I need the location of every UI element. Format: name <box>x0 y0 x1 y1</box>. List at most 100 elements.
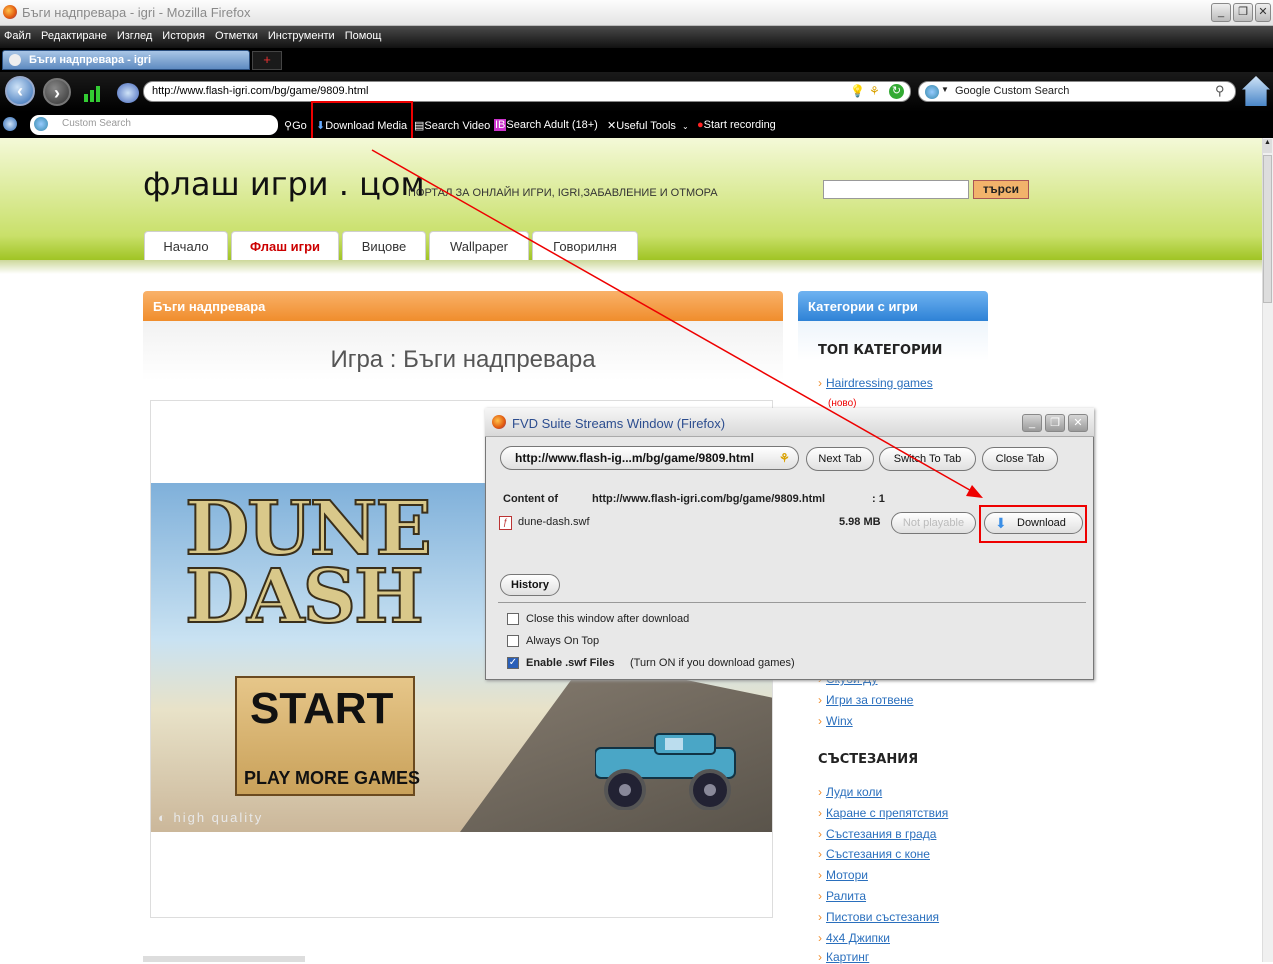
tab-wallpaper[interactable]: Wallpaper <box>429 231 529 260</box>
annotation-highlight-download <box>979 505 1087 543</box>
back-button[interactable]: ‹ <box>5 76 35 106</box>
fvd-divider <box>498 602 1086 603</box>
search-video-button[interactable]: ▤Search Video <box>414 119 490 132</box>
category-link[interactable]: Игри за готвене <box>818 693 913 707</box>
chevron-down-icon: ⌄ <box>681 122 689 131</box>
tab-active[interactable]: Бъги надпревара - igri <box>2 50 250 70</box>
tab-flash-games[interactable]: Флаш игри <box>231 231 339 260</box>
category-link[interactable]: Мотори <box>818 868 868 882</box>
useful-tools-label: Useful Tools <box>616 120 676 132</box>
flash-file-icon: ƒ <box>499 516 512 530</box>
fvd-content-count: : 1 <box>872 493 885 505</box>
web-search-placeholder: Google Custom Search <box>955 85 1070 97</box>
adult-icon: IB <box>494 119 507 131</box>
film-icon: ▤ <box>414 120 425 132</box>
fvd-enable-swf-hint: (Turn ON if you download games) <box>630 657 795 669</box>
new-tab-button[interactable]: + <box>252 51 282 70</box>
category-link[interactable]: Ралита <box>818 889 866 903</box>
reload-icon[interactable]: ↻ <box>889 84 904 99</box>
scroll-up-icon[interactable]: ▲ <box>1263 139 1272 153</box>
close-button[interactable]: ✕ <box>1255 3 1271 22</box>
signal-icon <box>84 84 106 102</box>
category-link[interactable]: Луди коли <box>818 785 882 799</box>
minimize-button[interactable]: _ <box>1211 3 1231 22</box>
fvd-enable-swf-checkbox[interactable]: ✓ <box>507 657 519 669</box>
category-link[interactable]: Състезания с коне <box>818 847 930 861</box>
start-recording-button[interactable]: ●Start recording <box>697 119 776 131</box>
url-bar[interactable]: http://www.flash-igri.com/bg/game/9809.h… <box>143 81 911 102</box>
fvd-close-after-download-label: Close this window after download <box>526 613 690 625</box>
fvd-next-tab-button[interactable]: Next Tab <box>806 447 874 471</box>
site-logo[interactable]: флаш игри . цом <box>143 165 425 203</box>
url-text: http://www.flash-igri.com/bg/game/9809.h… <box>152 85 369 97</box>
header-strip <box>0 260 1262 274</box>
fvd-switch-tab-button[interactable]: Switch To Tab <box>879 447 976 471</box>
menu-help[interactable]: Помощ <box>341 26 382 42</box>
fvd-close-after-download-checkbox[interactable] <box>507 613 519 625</box>
fvd-enable-swf-label: Enable .swf Files <box>526 657 615 669</box>
menu-edit[interactable]: Редактиране <box>37 26 107 42</box>
tab-bar: Бъги надпревара - igri + <box>0 48 1273 72</box>
go-button[interactable]: ⚲Go <box>284 119 307 132</box>
menu-history[interactable]: История <box>158 26 205 42</box>
fvd-file-size: 5.98 MB <box>839 516 881 528</box>
tab-jokes[interactable]: Вицове <box>342 231 426 260</box>
fvd-maximize-button[interactable]: ❐ <box>1045 414 1065 432</box>
category-link[interactable]: 4x4 Джипки <box>818 931 890 945</box>
tools-icon: ✕ <box>607 120 617 132</box>
menu-tools[interactable]: Инструменти <box>264 26 335 42</box>
forward-button[interactable]: › <box>43 78 71 106</box>
fvd-tab-select[interactable]: http://www.flash-ig...m/bg/game/9809.htm… <box>500 446 799 470</box>
download-helper-icon: ⚘ <box>779 451 790 465</box>
scrollbar-thumb[interactable] <box>1263 155 1272 303</box>
search-icon[interactable]: ⚲ <box>1215 83 1225 99</box>
tab-favicon-icon <box>9 54 21 66</box>
fvd-tab-select-value: http://www.flash-ig...m/bg/game/9809.htm… <box>515 451 754 465</box>
toolbar-logo-icon[interactable] <box>3 117 17 131</box>
site-search-button[interactable]: търси <box>973 180 1029 199</box>
useful-tools-button[interactable]: ✕Useful Tools ⌄ <box>607 119 689 132</box>
search-adult-button[interactable]: IBSearch Adult (18+) <box>494 119 598 131</box>
category-link[interactable]: Пистови състезания <box>818 910 939 924</box>
window-titlebar: Бъги надпревара - igri - Mozilla Firefox… <box>0 0 1273 26</box>
fvd-history-button[interactable]: History <box>500 574 560 596</box>
game-play-more-button[interactable]: PLAY MORE GAMES <box>244 768 420 789</box>
google-custom-search-input[interactable]: Custom Search <box>30 115 278 135</box>
game-logo-art: DUNE DASH <box>184 486 433 635</box>
game-quality-toggle[interactable]: ◐ high quality <box>158 810 263 825</box>
quality-label: high quality <box>173 810 264 825</box>
maximize-button[interactable]: ❐ <box>1233 3 1253 22</box>
fvd-content-of-label: Content of <box>503 493 558 505</box>
game-logo-line1: DUNE <box>184 486 433 572</box>
menu-file[interactable]: Файл <box>0 26 31 42</box>
google-custom-search-placeholder: Custom Search <box>62 118 131 129</box>
tab-forum[interactable]: Говорилня <box>532 231 638 260</box>
content-divider <box>143 956 305 962</box>
search-video-label: Search Video <box>424 120 491 132</box>
globe-icon <box>925 85 939 99</box>
game-panel-header: Бъги надпревара <box>143 291 783 321</box>
bulb-icon[interactable]: 💡 <box>850 84 865 98</box>
search-adult-label: Search Adult (18+) <box>506 119 598 131</box>
fvd-close-tab-button[interactable]: Close Tab <box>982 447 1058 471</box>
web-search-input[interactable]: ▼ Google Custom Search ⚲ <box>918 81 1236 102</box>
fvd-minimize-button[interactable]: _ <box>1022 414 1042 432</box>
download-helper-icon[interactable]: ⚘ <box>869 84 880 98</box>
menu-bookmarks[interactable]: Отметки <box>211 26 258 42</box>
category-link[interactable]: Състезания в града <box>818 827 936 841</box>
site-search-input[interactable] <box>823 180 969 199</box>
fvd-always-on-top-checkbox[interactable] <box>507 635 519 647</box>
fvd-window-title: FVD Suite Streams Window (Firefox) <box>512 416 726 431</box>
fvd-file-name: dune-dash.swf <box>518 516 590 528</box>
site-identity-icon[interactable] <box>117 83 139 103</box>
menu-bar: Файл Редактиране Изглед История Отметки Инстр… <box>0 26 1273 48</box>
tab-home[interactable]: Начало <box>144 231 228 260</box>
category-link[interactable]: Winx <box>818 714 853 728</box>
window-title: Бъги надпревара - igri - Mozilla Firefox <box>22 5 251 20</box>
fvd-close-button[interactable]: ✕ <box>1068 414 1088 432</box>
menu-view[interactable]: Изглед <box>113 26 152 42</box>
category-link[interactable]: Каране с препятствия <box>818 806 948 820</box>
game-truck-image <box>595 733 736 810</box>
category-link[interactable]: Hairdressing games <box>818 376 933 390</box>
go-label: Go <box>292 120 307 132</box>
